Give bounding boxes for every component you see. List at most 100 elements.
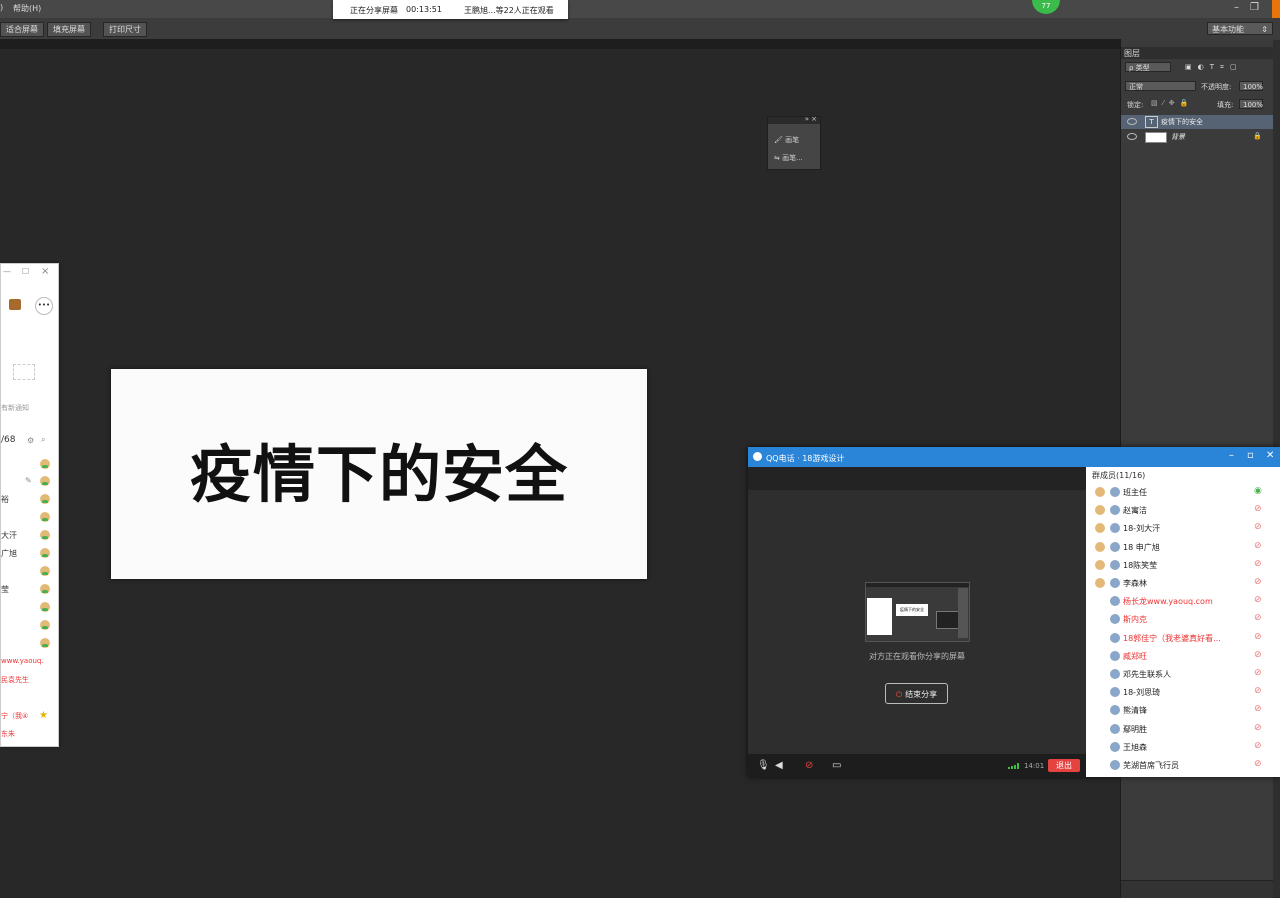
avatar <box>1110 487 1120 497</box>
minimize-icon[interactable]: — <box>3 267 11 276</box>
screen-share-icon[interactable]: ▭ <box>832 760 841 771</box>
mic-on-icon: ◉ <box>1254 486 1262 496</box>
avatar <box>1110 559 1120 570</box>
avatar <box>1110 523 1120 534</box>
layer-thumbnail <box>1145 132 1167 143</box>
member-name: 邓先生联系人 <box>1123 670 1171 679</box>
layer-filter-select[interactable]: ρ 类型 <box>1125 62 1171 72</box>
close-icon[interactable]: ✕ <box>1266 450 1274 461</box>
member-row[interactable]: 鄢明胜 ⊘ <box>1086 720 1280 738</box>
maximize-icon[interactable]: ▫ <box>1247 450 1254 461</box>
document-tab-strip <box>0 39 1120 49</box>
microphone-icon[interactable]: 🎙 <box>757 760 770 771</box>
preview-right-panel <box>958 588 968 638</box>
menu-bar: ) 帮助(H) <box>0 0 1280 18</box>
avatar <box>40 638 50 648</box>
print-size-button[interactable]: 打印尺寸 <box>103 22 147 37</box>
tab-layers[interactable]: 图层 <box>1124 48 1140 59</box>
member-row[interactable]: 18-刘大汗 ⊘ <box>1086 519 1280 537</box>
search-icon[interactable]: ⌕ <box>41 435 45 445</box>
close-icon[interactable]: × <box>41 266 49 277</box>
workspace-select[interactable]: 基本功能 ⇕ <box>1207 22 1273 35</box>
member-name: 王旭森 <box>1123 742 1147 752</box>
fit-screen-button[interactable]: 适合屏幕 <box>0 22 44 37</box>
member-row[interactable]: 杨长龙www.yaouq.com ⊘ <box>1086 592 1280 610</box>
collapse-icon[interactable]: » <box>805 115 809 123</box>
eye-icon[interactable] <box>1127 133 1137 140</box>
document-canvas[interactable]: 疫情下的安全 <box>111 369 647 579</box>
chat-add-icon[interactable] <box>9 299 21 310</box>
exit-call-button[interactable]: 退出 <box>1048 759 1080 772</box>
text-layer-icon: T <box>1145 116 1158 128</box>
speaker-icon[interactable]: ◀ <box>775 760 783 771</box>
shared-screen-preview[interactable]: 疫情下的安全 <box>865 582 970 642</box>
share-elapsed: 00:13:51 <box>406 5 442 14</box>
maximize-icon[interactable]: ☐ <box>22 267 29 276</box>
member-row[interactable]: 斯内克 ⊘ <box>1086 610 1280 628</box>
mic-muted-icon: ⊘ <box>1254 686 1262 697</box>
member-row[interactable]: 邓先生联系人 ⊘ <box>1086 665 1280 683</box>
share-viewers[interactable]: 王鹏旭...等22人正在观看 <box>464 5 554 16</box>
member-row[interactable]: 18陈笑莹 ⊘ <box>1086 556 1280 574</box>
list-item-name[interactable]: 东朱 <box>1 729 15 739</box>
call-toolbar: 🎙 ◀ ⊘ ▭ 14:01 退出 <box>748 754 1086 777</box>
minimize-icon[interactable]: – <box>1229 450 1234 461</box>
fill-screen-button[interactable]: 填充屏幕 <box>47 22 91 37</box>
list-item-name[interactable]: 广旭 <box>1 548 17 559</box>
member-row[interactable]: 芜湖首席飞行员 ⊘ <box>1086 756 1280 774</box>
filter-icons[interactable]: ▣◐T⌗▢ <box>1185 63 1243 72</box>
canvas-title-text[interactable]: 疫情下的安全 <box>111 424 647 514</box>
member-name: 熊清锋 <box>1123 706 1147 716</box>
member-name: 18 申广旭 <box>1123 542 1160 552</box>
talking-avatar-icon <box>1095 541 1105 552</box>
opacity-label: 不透明度: <box>1201 83 1232 91</box>
minimize-icon[interactable]: – <box>1234 2 1239 13</box>
member-row[interactable]: 熊清锋 ⊘ <box>1086 701 1280 719</box>
lock-icons[interactable]: ▨⁄✥🔒 <box>1151 99 1193 107</box>
member-row[interactable]: 赵寓洁 ⊘ <box>1086 501 1280 519</box>
stop-share-button[interactable]: ⏻ 结束分享 <box>885 683 948 704</box>
mini-panel-brush-presets[interactable]: ⇋ 画笔... <box>774 153 803 163</box>
mini-panel-header[interactable]: × » <box>768 115 820 124</box>
eye-icon[interactable] <box>1127 118 1137 125</box>
mic-muted-icon: ⊘ <box>1254 740 1262 751</box>
member-list: 群成员(11/16) 班主任 ◉ 赵寓洁 ⊘ 18-刘大汗 ⊘ 18 申广旭 ⊘ 18陈笑莹 ⊘ 李… <box>1086 467 1280 777</box>
list-item-name[interactable]: 裕 <box>1 494 9 505</box>
avatar <box>1110 741 1120 752</box>
camera-off-icon[interactable]: ⊘ <box>805 760 813 771</box>
qq-call-titlebar[interactable]: QQ电话 · 18游戏设计 – ▫ ✕ <box>748 447 1280 467</box>
mini-panel-brush[interactable]: 🖌 画笔 <box>774 135 799 145</box>
layer-row-text[interactable]: T 疫情下的安全 <box>1121 115 1273 129</box>
preview-canvas: 疫情下的安全 <box>896 604 928 616</box>
layer-row-background[interactable]: 背景 🔒 <box>1121 130 1273 144</box>
avatar <box>40 512 50 522</box>
member-row[interactable]: 王旭森 ⊘ <box>1086 738 1280 756</box>
close-icon[interactable]: × <box>811 115 817 123</box>
member-row[interactable]: 李森林 ⊘ <box>1086 574 1280 592</box>
brush-icon: 🖌 <box>774 136 783 144</box>
avatar <box>1110 632 1120 643</box>
more-icon[interactable]: ••• <box>35 297 53 315</box>
member-row[interactable]: 18郭佳宁（我老婆真好看... ⊘ <box>1086 629 1280 647</box>
list-item-name[interactable]: 莹 <box>1 584 9 595</box>
list-item-name[interactable]: 民袁先生 <box>1 675 29 685</box>
settings-icon[interactable]: ⚙ <box>27 436 34 445</box>
member-row[interactable]: 臧郑旺 ⊘ <box>1086 647 1280 665</box>
member-row[interactable]: 18 申广旭 ⊘ <box>1086 538 1280 556</box>
member-row[interactable]: 班主任 ◉ <box>1086 483 1280 501</box>
list-item-name[interactable]: www.yaouq. <box>1 657 44 665</box>
opacity-input[interactable]: 100% <box>1239 81 1263 91</box>
list-item-name[interactable]: 大汗 <box>1 530 17 541</box>
restore-icon[interactable]: ❐ <box>1250 2 1259 13</box>
menu-help[interactable]: 帮助(H) <box>13 3 41 14</box>
notice-text[interactable]: 有新通知 <box>1 403 29 413</box>
member-row[interactable]: 18-刘思琦 ⊘ <box>1086 683 1280 701</box>
avatar <box>40 476 50 486</box>
watching-status: 对方正在观看你分享的屏幕 <box>869 652 965 661</box>
menu-fragment[interactable]: ) <box>0 3 3 12</box>
blend-mode-select[interactable]: 正常 <box>1125 81 1196 91</box>
edit-icon[interactable]: ✎ <box>25 476 32 485</box>
fill-input[interactable]: 100% <box>1239 99 1263 109</box>
list-item-name[interactable]: 宁（我④ <box>1 711 28 721</box>
qq-call-window: QQ电话 · 18游戏设计 – ▫ ✕ 疫情下的安全 对方正在观看你分享的屏幕 … <box>748 447 1280 777</box>
